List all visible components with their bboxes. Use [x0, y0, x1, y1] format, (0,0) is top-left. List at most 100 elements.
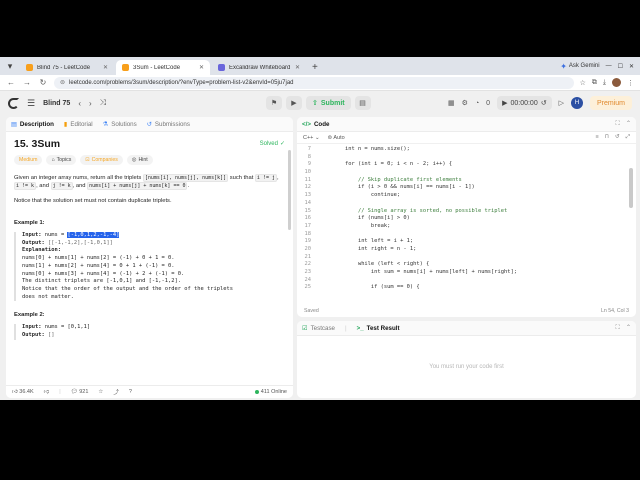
- url-bar[interactable]: ⊜ leetcode.com/problems/3sum/description…: [54, 76, 574, 89]
- format-icon[interactable]: ≡: [595, 134, 598, 141]
- code-line[interactable]: 24: [297, 277, 636, 285]
- code-line[interactable]: 22 while (left < right) {: [297, 261, 636, 269]
- fullscreen-icon[interactable]: ⛶: [615, 120, 619, 128]
- close-tab-icon[interactable]: ✕: [199, 64, 204, 71]
- tab-submissions[interactable]: ↺ Submissions: [147, 121, 190, 128]
- close-window-icon[interactable]: ✕: [629, 63, 634, 70]
- play-timer-icon[interactable]: ▶: [502, 99, 507, 107]
- code-editor[interactable]: 7 int n = nums.size(); 8 9 for (int i = 0;…: [297, 144, 636, 294]
- fullscreen-icon[interactable]: ⛶: [615, 324, 619, 332]
- problem-list-name[interactable]: Blind 75: [43, 100, 70, 107]
- close-tab-icon[interactable]: ✕: [295, 64, 300, 71]
- reload-icon[interactable]: ↻: [38, 78, 48, 87]
- reset-code-icon[interactable]: ↺: [615, 134, 620, 141]
- user-avatar[interactable]: H: [570, 97, 583, 109]
- help-icon[interactable]: ?: [129, 389, 132, 395]
- code-line[interactable]: 11 // Skip duplicate first elements: [297, 177, 636, 185]
- companies-pill[interactable]: ⊡ Companies: [80, 155, 123, 165]
- language-select[interactable]: C++ ⌄: [303, 135, 320, 141]
- browser-tab[interactable]: Excalidraw Whiteboard ✕: [212, 60, 306, 75]
- download-icon[interactable]: ⤓: [603, 79, 606, 87]
- share-icon[interactable]: ⤴: [113, 388, 119, 396]
- browser-tab[interactable]: Blind 75 - LeetCode ✕: [20, 60, 114, 75]
- profile-avatar[interactable]: [612, 78, 621, 87]
- next-problem-icon[interactable]: ›: [89, 99, 92, 108]
- shuffle-icon[interactable]: ⤨: [100, 98, 106, 108]
- test-panel-actions: ⛶ ⌃: [615, 324, 631, 332]
- tab-description[interactable]: ▤ Description: [11, 121, 54, 128]
- tab-code[interactable]: </> Code: [302, 121, 329, 128]
- forward-icon[interactable]: →: [22, 78, 32, 87]
- chrome-menu-icon[interactable]: ⋮: [627, 79, 634, 87]
- submit-button[interactable]: ⇧ Submit: [306, 96, 351, 110]
- notes-button[interactable]: ▤: [354, 96, 371, 110]
- run-button[interactable]: ▶: [286, 96, 302, 110]
- tab-test-result[interactable]: >_ Test Result: [357, 325, 400, 332]
- code-line[interactable]: 9 for (int i = 0; i < n - 2; i++) {: [297, 161, 636, 169]
- auto-mode-toggle[interactable]: ⊜ Auto: [328, 135, 345, 141]
- problem-title[interactable]: 15. 3Sum: [14, 139, 60, 150]
- favorite-icon[interactable]: ☆: [98, 389, 103, 395]
- like-button[interactable]: 👍︎ 36.4K: [12, 389, 34, 395]
- selected-input-value[interactable]: [-1,0,1,2,-1,-4]: [67, 232, 120, 238]
- problem-list-icon[interactable]: ☰: [27, 98, 35, 109]
- site-info-icon[interactable]: ⊜: [60, 79, 65, 86]
- line-number: 14: [304, 199, 312, 206]
- tab-solutions[interactable]: ⚗ Solutions: [103, 121, 137, 128]
- expand-icon[interactable]: ⤢: [626, 134, 630, 141]
- collapse-icon[interactable]: ⌃: [626, 324, 631, 332]
- collapse-icon[interactable]: ⌃: [626, 120, 631, 128]
- code-line[interactable]: 12 if (i > 0 && nums[i] == nums[i - 1]): [297, 184, 636, 192]
- code-line[interactable]: 21: [297, 254, 636, 262]
- hint-pill[interactable]: ◎ Hint: [126, 155, 153, 165]
- code-line[interactable]: 15 // Single array is sorted, no possibl…: [297, 208, 636, 216]
- minimize-icon[interactable]: —: [606, 63, 612, 69]
- code-text: int sum = nums[i] + nums[left] + nums[ri…: [319, 269, 517, 275]
- leetcode-logo-icon[interactable]: [8, 97, 19, 109]
- description-footer: 👍︎ 36.4K 👎︎ | 💬︎ 921 ☆ ⤴ ? 411 Online: [6, 385, 293, 398]
- editor-scrollbar[interactable]: [629, 168, 633, 208]
- code-line[interactable]: 16 if (nums[i] > 0): [297, 215, 636, 223]
- code-line[interactable]: 25 if (sum == 0) {: [297, 284, 636, 292]
- code-line[interactable]: 10: [297, 169, 636, 177]
- extensions-icon[interactable]: ⧉: [592, 79, 597, 87]
- bookmark-icon[interactable]: ⊓: [605, 134, 609, 141]
- statement-text: ,: [276, 175, 279, 181]
- code-line[interactable]: 7 int n = nums.size();: [297, 146, 636, 154]
- timer[interactable]: ▶ 00:00:00 ↺: [497, 96, 552, 110]
- layout-icon[interactable]: ▦: [448, 99, 455, 107]
- code-line[interactable]: 13 continue;: [297, 192, 636, 200]
- back-icon[interactable]: ←: [6, 78, 16, 87]
- prev-problem-icon[interactable]: ‹: [78, 99, 81, 108]
- tab-testcase[interactable]: ☑ Testcase: [302, 325, 335, 332]
- new-tab-button[interactable]: +: [312, 60, 318, 75]
- streak-icon[interactable]: ◔: [475, 100, 479, 107]
- code-line[interactable]: 14: [297, 200, 636, 208]
- description-scrollbar[interactable]: [288, 150, 291, 230]
- code-line[interactable]: 23 int sum = nums[i] + nums[left] + nums…: [297, 269, 636, 277]
- browser-tab-active[interactable]: 3Sum - LeetCode ✕: [116, 60, 210, 75]
- terminal-icon: >_: [356, 324, 364, 332]
- premium-button[interactable]: Premium: [589, 96, 632, 110]
- tab-editorial[interactable]: ▮ Editorial: [64, 121, 93, 128]
- code-line[interactable]: 19 int left = i + 1;: [297, 238, 636, 246]
- reset-timer-icon[interactable]: ↺: [541, 99, 547, 107]
- comments-button[interactable]: 💬︎ 921: [71, 389, 89, 395]
- debug-button[interactable]: ⚑: [266, 96, 282, 110]
- tab-search-icon[interactable]: ▾: [0, 57, 20, 75]
- bookmark-star-icon[interactable]: ☆: [580, 79, 586, 87]
- dislike-icon[interactable]: 👎︎: [44, 389, 50, 395]
- code-line[interactable]: 8: [297, 154, 636, 162]
- ask-gemini-button[interactable]: ✦ Ask Gemini: [560, 62, 599, 71]
- code-line[interactable]: 17 break;: [297, 223, 636, 231]
- code-line[interactable]: 20 int right = n - 1;: [297, 246, 636, 254]
- close-tab-icon[interactable]: ✕: [103, 64, 108, 71]
- maximize-icon[interactable]: ☐: [618, 63, 623, 70]
- divider: |: [59, 389, 61, 395]
- code-line[interactable]: 18: [297, 231, 636, 239]
- explanation-line: nums[1] + nums[2] + nums[4] = 0 + 1 + (-…: [22, 262, 175, 269]
- code-text: // Single array is sorted, no possible t…: [319, 207, 508, 214]
- topics-pill[interactable]: ⌂ Topics: [46, 155, 77, 165]
- settings-icon[interactable]: ⚙: [462, 99, 468, 107]
- play-icon[interactable]: ▷: [559, 99, 564, 107]
